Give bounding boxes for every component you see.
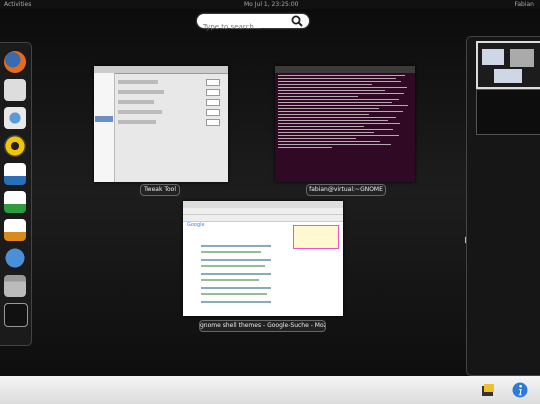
search-result xyxy=(201,279,259,281)
window-titlebar xyxy=(183,201,343,208)
impress-icon[interactable] xyxy=(4,219,26,241)
activities-button[interactable]: Activities xyxy=(4,0,31,9)
search-result xyxy=(201,273,271,275)
workspace-1[interactable] xyxy=(476,41,540,89)
help-icon[interactable] xyxy=(4,247,26,269)
search-result xyxy=(201,293,267,295)
tab-bar xyxy=(183,215,343,222)
search-box[interactable] xyxy=(197,14,309,34)
window-thumbnail-terminal[interactable] xyxy=(275,66,415,182)
search-input[interactable] xyxy=(197,20,291,34)
window-caption[interactable]: fabian@virtual:~GNOME xyxy=(306,184,386,196)
search-result xyxy=(201,287,271,289)
window-caption[interactable]: Tweak Tool xyxy=(140,184,180,196)
setting-switch xyxy=(206,79,220,86)
window-thumbnail-firefox[interactable]: Google xyxy=(183,201,343,316)
window-thumbnail-tweak-tool[interactable] xyxy=(94,66,228,182)
calc-icon[interactable] xyxy=(4,191,26,213)
setting-switch xyxy=(206,109,220,116)
info-box xyxy=(293,225,339,249)
window-titlebar xyxy=(275,66,415,73)
firefox-icon[interactable] xyxy=(4,51,26,73)
search-result xyxy=(201,245,271,247)
mail-icon[interactable] xyxy=(4,79,26,101)
search-result xyxy=(201,301,271,303)
info-icon[interactable] xyxy=(512,382,528,398)
user-menu[interactable]: Fabian xyxy=(514,0,534,9)
files-icon[interactable] xyxy=(4,275,26,297)
search-result xyxy=(201,259,271,261)
search-result xyxy=(201,251,261,253)
google-logo: Google xyxy=(187,222,205,228)
terminal-output xyxy=(278,75,412,150)
dash xyxy=(0,42,32,346)
writer-icon[interactable] xyxy=(4,163,26,185)
clock[interactable]: Mo Jul 1, 23:25:00 xyxy=(244,0,298,9)
sidebar xyxy=(94,73,115,182)
search-icon xyxy=(291,15,303,27)
music-icon[interactable] xyxy=(4,135,26,157)
setting-row xyxy=(118,80,158,84)
workspace-2[interactable] xyxy=(476,89,540,135)
message-tray xyxy=(0,376,540,404)
terminal-icon[interactable] xyxy=(4,303,28,327)
setting-row xyxy=(118,120,156,124)
setting-row xyxy=(118,110,162,114)
top-panel: Activities Mo Jul 1, 23:25:00 Fabian xyxy=(0,0,540,9)
setting-switch xyxy=(206,119,220,126)
setting-row xyxy=(118,100,154,104)
workspace-switcher xyxy=(466,36,540,376)
toolbar xyxy=(183,208,343,215)
setting-switch xyxy=(206,99,220,106)
settings-icon[interactable] xyxy=(4,107,26,129)
search-result xyxy=(201,265,265,267)
window-caption[interactable]: gnome shell themes - Google-Suche - Mozi… xyxy=(199,320,326,332)
setting-switch xyxy=(206,89,220,96)
screenshot-notification-icon[interactable] xyxy=(480,382,496,398)
setting-row xyxy=(118,90,164,94)
